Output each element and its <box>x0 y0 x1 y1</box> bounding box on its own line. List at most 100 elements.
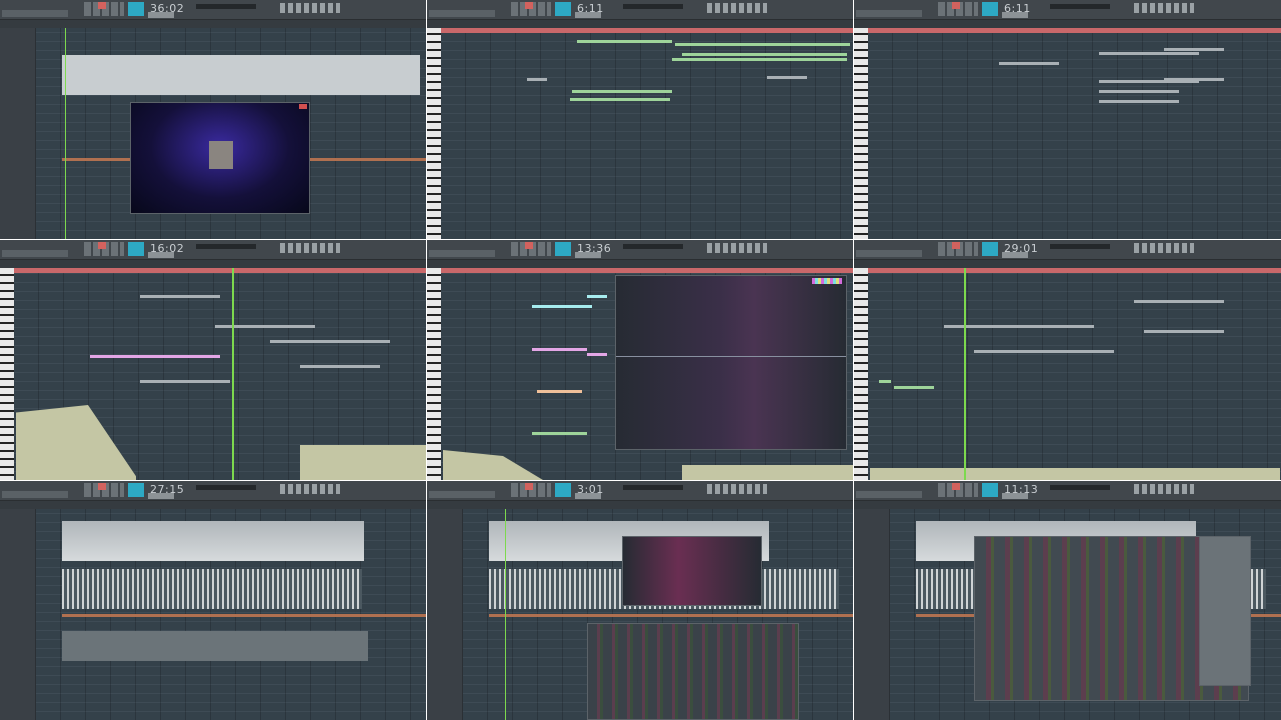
record-button[interactable] <box>952 2 960 9</box>
main-menu[interactable] <box>2 10 68 17</box>
timeline-bar[interactable] <box>868 28 1281 33</box>
pattern-selector[interactable] <box>1002 12 1028 18</box>
pattern-song-toggle[interactable] <box>128 242 144 256</box>
record-button[interactable] <box>525 483 533 490</box>
note[interactable] <box>1134 300 1224 303</box>
piano-keyboard[interactable] <box>854 268 868 480</box>
note[interactable] <box>682 53 847 56</box>
timeline-bar[interactable] <box>868 268 1281 273</box>
mixer-window[interactable] <box>587 623 799 720</box>
master-volume-slider[interactable] <box>196 244 256 249</box>
pattern-selector[interactable] <box>1002 252 1028 258</box>
window-shortcut-icons[interactable] <box>1134 484 1194 494</box>
note[interactable] <box>1164 78 1224 81</box>
note[interactable] <box>999 62 1059 65</box>
pattern-selector[interactable] <box>1002 493 1028 499</box>
playlist-track-list[interactable] <box>0 28 36 239</box>
note[interactable] <box>672 58 847 61</box>
piano-keyboard[interactable] <box>0 268 14 480</box>
piano-keyboard[interactable] <box>427 268 441 480</box>
master-volume-slider[interactable] <box>623 485 683 490</box>
window-shortcut-icons[interactable] <box>280 3 340 13</box>
record-button[interactable] <box>525 2 533 9</box>
record-button[interactable] <box>98 483 106 490</box>
plugin-window[interactable] <box>622 536 762 606</box>
video-player-window[interactable] <box>130 102 310 214</box>
master-volume-slider[interactable] <box>1050 244 1110 249</box>
main-menu[interactable] <box>429 491 495 498</box>
main-menu[interactable] <box>429 250 495 257</box>
pattern-song-toggle[interactable] <box>128 483 144 497</box>
pattern-song-toggle[interactable] <box>982 242 998 256</box>
playlist-track-list[interactable] <box>854 509 890 720</box>
playlist-track-list[interactable] <box>427 509 463 720</box>
note[interactable] <box>140 380 230 383</box>
note[interactable] <box>532 348 587 351</box>
note-grid[interactable] <box>868 28 1281 239</box>
pattern-selector[interactable] <box>575 252 601 258</box>
record-button[interactable] <box>98 242 106 249</box>
note[interactable] <box>675 43 850 46</box>
window-shortcut-icons[interactable] <box>1134 3 1194 13</box>
window-shortcut-icons[interactable] <box>280 484 340 494</box>
plugin-window[interactable] <box>615 275 847 450</box>
note[interactable] <box>90 355 220 358</box>
pattern-song-toggle[interactable] <box>555 2 571 16</box>
main-menu[interactable] <box>856 10 922 17</box>
automation-clip[interactable] <box>62 631 368 661</box>
note[interactable] <box>215 325 315 328</box>
window-shortcut-icons[interactable] <box>707 243 767 253</box>
pattern-selector[interactable] <box>148 252 174 258</box>
pattern-song-toggle[interactable] <box>555 483 571 497</box>
pattern-selector[interactable] <box>575 12 601 18</box>
pattern-song-toggle[interactable] <box>982 2 998 16</box>
note[interactable] <box>587 295 607 298</box>
main-menu[interactable] <box>2 491 68 498</box>
window-shortcut-icons[interactable] <box>707 484 767 494</box>
window-shortcut-icons[interactable] <box>1134 243 1194 253</box>
note[interactable] <box>1099 90 1179 93</box>
automation-clip[interactable] <box>62 55 420 95</box>
master-volume-slider[interactable] <box>1050 4 1110 9</box>
audio-clip[interactable] <box>62 569 362 609</box>
record-button[interactable] <box>952 242 960 249</box>
window-shortcut-icons[interactable] <box>280 243 340 253</box>
main-menu[interactable] <box>2 250 68 257</box>
pattern-selector[interactable] <box>575 493 601 499</box>
note[interactable] <box>527 78 547 81</box>
note[interactable] <box>1164 48 1224 51</box>
note[interactable] <box>767 76 807 79</box>
note[interactable] <box>537 390 582 393</box>
pattern-song-toggle[interactable] <box>128 2 144 16</box>
note[interactable] <box>1099 100 1179 103</box>
note[interactable] <box>894 386 934 389</box>
timeline-bar[interactable] <box>441 28 853 33</box>
main-menu[interactable] <box>856 491 922 498</box>
main-menu[interactable] <box>856 250 922 257</box>
automation-clip[interactable] <box>62 521 364 561</box>
close-icon[interactable] <box>299 104 307 109</box>
record-button[interactable] <box>525 242 533 249</box>
pattern-selector[interactable] <box>148 493 174 499</box>
note[interactable] <box>879 380 891 383</box>
window-shortcut-icons[interactable] <box>707 3 767 13</box>
piano-keyboard[interactable] <box>427 28 441 239</box>
master-volume-slider[interactable] <box>623 4 683 9</box>
note[interactable] <box>570 98 670 101</box>
master-volume-slider[interactable] <box>623 244 683 249</box>
mixer-insert-panel[interactable] <box>1199 536 1251 686</box>
master-volume-slider[interactable] <box>196 4 256 9</box>
pattern-song-toggle[interactable] <box>555 242 571 256</box>
note[interactable] <box>587 353 607 356</box>
pattern-selector[interactable] <box>148 12 174 18</box>
record-button[interactable] <box>952 483 960 490</box>
piano-keyboard[interactable] <box>854 28 868 239</box>
pattern-song-toggle[interactable] <box>982 483 998 497</box>
note[interactable] <box>140 295 220 298</box>
plugin-color-buttons[interactable] <box>812 278 842 284</box>
note[interactable] <box>1099 52 1199 55</box>
note[interactable] <box>577 40 672 43</box>
main-menu[interactable] <box>429 10 495 17</box>
record-button[interactable] <box>98 2 106 9</box>
timeline-bar[interactable] <box>441 268 853 273</box>
